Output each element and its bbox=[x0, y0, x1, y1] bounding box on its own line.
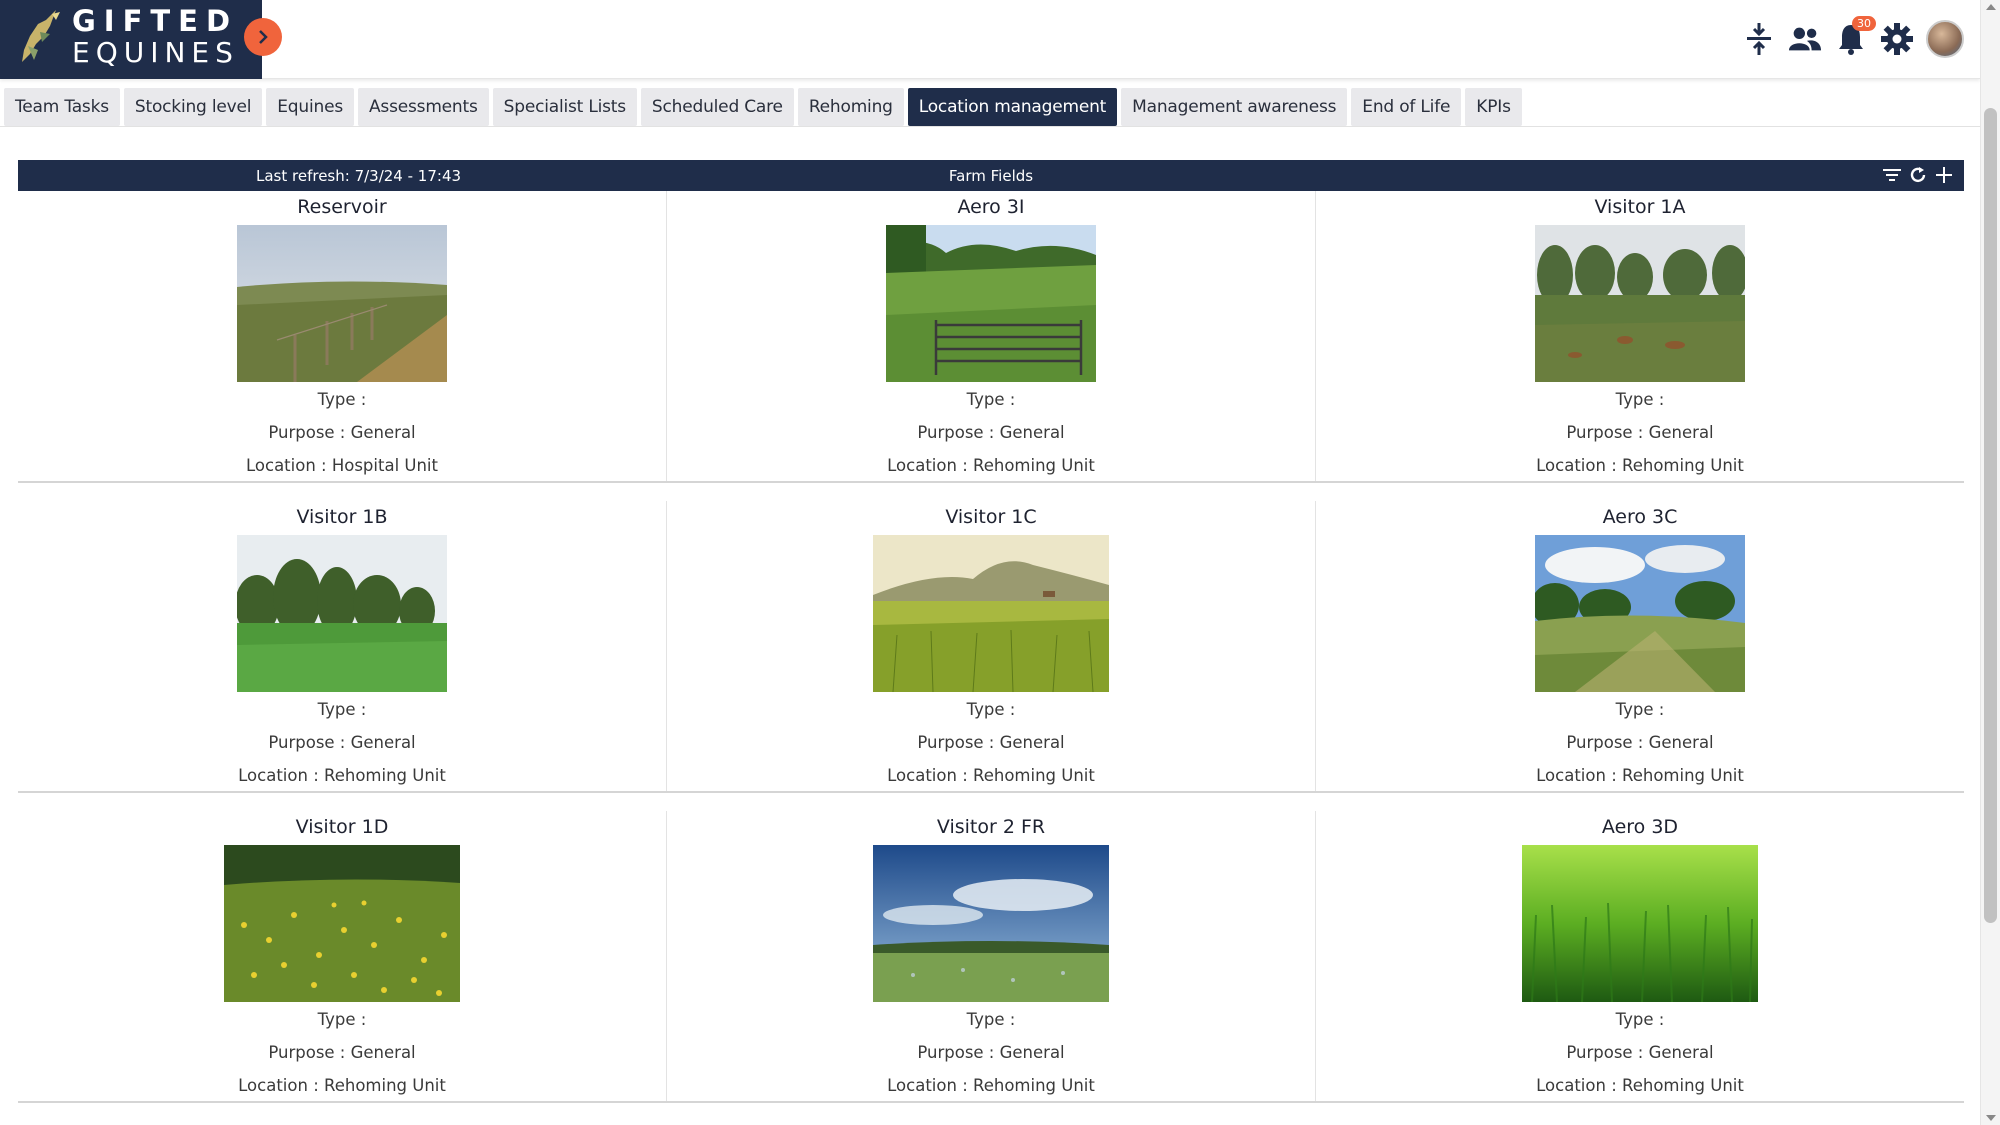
field-card[interactable]: Reservoir Type : Purpose : General Locat… bbox=[18, 191, 667, 481]
field-card[interactable]: Visitor 1A Type : Purpose : General Loca… bbox=[1316, 191, 1964, 481]
field-purpose: Purpose : General bbox=[1566, 1043, 1714, 1062]
tab-location-management[interactable]: Location management bbox=[907, 88, 1118, 126]
last-refresh: Last refresh: 7/3/24 - 17:43 bbox=[256, 167, 462, 185]
compress-icon[interactable] bbox=[1742, 22, 1776, 56]
tab-team-tasks[interactable]: Team Tasks bbox=[4, 88, 120, 126]
add-icon[interactable] bbox=[1934, 165, 1954, 185]
field-photo bbox=[873, 845, 1109, 1002]
field-card[interactable]: Aero 3C Type : Purpose : General Locatio… bbox=[1316, 501, 1964, 791]
field-photo bbox=[1535, 225, 1745, 382]
field-purpose: Purpose : General bbox=[917, 733, 1065, 752]
tab-kpis[interactable]: KPIs bbox=[1465, 88, 1522, 126]
field-location: Location : Rehoming Unit bbox=[887, 456, 1095, 475]
field-photo bbox=[1522, 845, 1758, 1002]
user-avatar[interactable] bbox=[1926, 20, 1964, 58]
field-card[interactable]: Aero 3D Type : Purpose : General Locatio… bbox=[1316, 811, 1964, 1101]
field-card[interactable]: Visitor 1B Type : Purpose : General Loca… bbox=[18, 501, 667, 791]
farm-fields-grid: Reservoir Type : Purpose : General Locat… bbox=[18, 191, 1964, 1121]
fields-row: Reservoir Type : Purpose : General Locat… bbox=[18, 191, 1964, 483]
field-name: Aero 3D bbox=[1601, 816, 1679, 838]
team-icon[interactable] bbox=[1788, 22, 1822, 56]
tab-end-of-life[interactable]: End of Life bbox=[1351, 88, 1462, 126]
field-type: Type : bbox=[317, 390, 367, 409]
field-location: Location : Rehoming Unit bbox=[238, 1076, 446, 1095]
field-photo bbox=[224, 845, 460, 1002]
tab-assessments[interactable]: Assessments bbox=[358, 88, 489, 126]
field-photo bbox=[237, 535, 447, 692]
field-purpose: Purpose : General bbox=[268, 1043, 416, 1062]
tab-management-awareness[interactable]: Management awareness bbox=[1121, 88, 1348, 126]
field-location: Location : Hospital Unit bbox=[246, 456, 438, 475]
tab-divider bbox=[0, 126, 1980, 127]
field-card[interactable]: Visitor 2 FR Type : Purpose : General Lo… bbox=[667, 811, 1316, 1101]
header-actions: 30 bbox=[1742, 16, 1964, 60]
field-type: Type : bbox=[966, 1010, 1016, 1029]
tab-rehoming[interactable]: Rehoming bbox=[797, 88, 904, 126]
field-name: Visitor 2 FR bbox=[936, 816, 1046, 838]
notification-badge: 30 bbox=[1852, 16, 1876, 31]
field-card[interactable]: Visitor 1C Type : Purpose : General Loca… bbox=[667, 501, 1316, 791]
field-type: Type : bbox=[1615, 700, 1665, 719]
field-name: Visitor 1D bbox=[295, 816, 389, 838]
fields-row: Visitor 1B Type : Purpose : General Loca… bbox=[18, 501, 1964, 793]
field-type: Type : bbox=[317, 700, 367, 719]
tab-stocking-level[interactable]: Stocking level bbox=[123, 88, 263, 126]
field-type: Type : bbox=[966, 390, 1016, 409]
bell-icon[interactable]: 30 bbox=[1834, 16, 1876, 56]
field-name: Reservoir bbox=[297, 196, 387, 218]
field-photo bbox=[237, 225, 447, 382]
field-purpose: Purpose : General bbox=[268, 423, 416, 442]
brand-logo[interactable]: GIFTED EQUINES bbox=[0, 0, 262, 79]
field-name: Aero 3I bbox=[957, 196, 1025, 218]
field-photo bbox=[873, 535, 1109, 692]
brand-line2: EQUINES bbox=[72, 36, 239, 69]
field-purpose: Purpose : General bbox=[917, 423, 1065, 442]
main-tabs: Team Tasks Stocking level Equines Assess… bbox=[4, 88, 1522, 126]
field-type: Type : bbox=[966, 700, 1016, 719]
tab-scheduled-care[interactable]: Scheduled Care bbox=[640, 88, 794, 126]
field-card[interactable]: Aero 3I Type : Purpose : General Locatio… bbox=[667, 191, 1316, 481]
field-photo bbox=[886, 225, 1096, 382]
field-location: Location : Rehoming Unit bbox=[238, 766, 446, 785]
field-purpose: Purpose : General bbox=[268, 733, 416, 752]
field-location: Location : Rehoming Unit bbox=[1536, 456, 1744, 475]
scroll-up-arrow-icon[interactable] bbox=[1986, 4, 1996, 10]
gear-icon[interactable] bbox=[1880, 22, 1914, 56]
field-name: Visitor 1A bbox=[1594, 196, 1686, 218]
field-location: Location : Rehoming Unit bbox=[1536, 1076, 1744, 1095]
scroll-down-arrow-icon[interactable] bbox=[1986, 1115, 1996, 1121]
page-scrollbar[interactable] bbox=[1980, 0, 2000, 1125]
field-purpose: Purpose : General bbox=[1566, 733, 1714, 752]
top-header: GIFTED EQUINES 30 bbox=[0, 0, 1980, 79]
field-purpose: Purpose : General bbox=[1566, 423, 1714, 442]
tab-specialist-lists[interactable]: Specialist Lists bbox=[492, 88, 637, 126]
horse-logo-icon bbox=[22, 10, 60, 62]
field-purpose: Purpose : General bbox=[917, 1043, 1065, 1062]
field-location: Location : Rehoming Unit bbox=[887, 1076, 1095, 1095]
field-type: Type : bbox=[1615, 1010, 1665, 1029]
expand-menu-button[interactable] bbox=[244, 18, 282, 56]
panel-header: Farm Fields Last refresh: 7/3/24 - 17:43 bbox=[18, 160, 1964, 191]
field-card[interactable]: Visitor 1D Type : Purpose : General Loca… bbox=[18, 811, 667, 1101]
scroll-thumb[interactable] bbox=[1984, 108, 1997, 923]
field-type: Type : bbox=[317, 1010, 367, 1029]
chevron-right-icon bbox=[259, 30, 268, 44]
field-name: Visitor 1B bbox=[296, 506, 388, 528]
filter-icon[interactable] bbox=[1882, 165, 1902, 185]
panel-tools bbox=[1882, 165, 1954, 185]
field-photo bbox=[1535, 535, 1745, 692]
refresh-icon[interactable] bbox=[1908, 165, 1928, 185]
fields-row: Visitor 1D Type : Purpose : General Loca… bbox=[18, 811, 1964, 1103]
tab-equines[interactable]: Equines bbox=[266, 88, 354, 126]
field-type: Type : bbox=[1615, 390, 1665, 409]
field-location: Location : Rehoming Unit bbox=[887, 766, 1095, 785]
field-location: Location : Rehoming Unit bbox=[1536, 766, 1744, 785]
field-name: Visitor 1C bbox=[945, 506, 1037, 528]
brand-line1: GIFTED bbox=[72, 4, 239, 38]
field-name: Aero 3C bbox=[1602, 506, 1678, 528]
